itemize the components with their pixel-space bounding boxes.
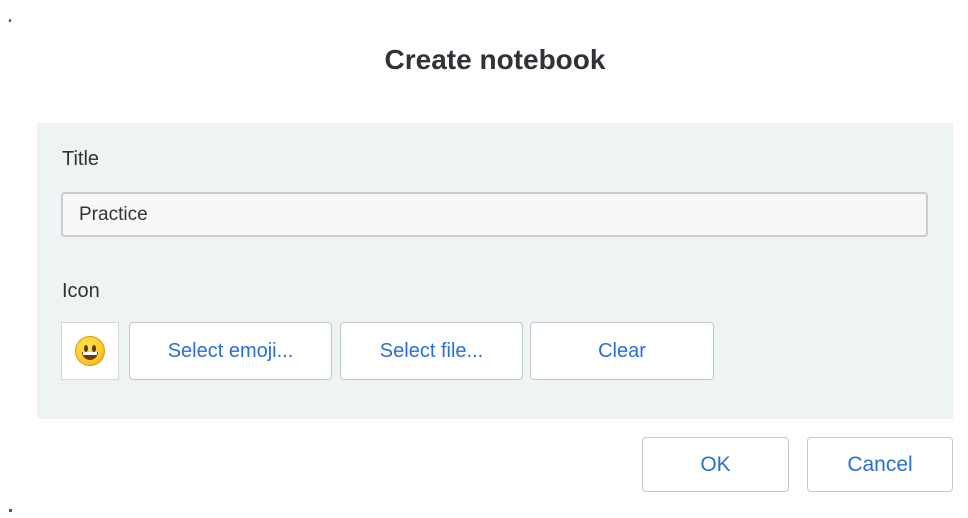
ok-button[interactable]: OK: [642, 437, 789, 492]
cancel-button[interactable]: Cancel: [807, 437, 953, 492]
clear-icon-button[interactable]: Clear: [530, 322, 714, 380]
emoji-eye-right: [92, 345, 96, 352]
select-emoji-button[interactable]: Select emoji...: [129, 322, 332, 380]
dialog-title: Create notebook: [384, 44, 606, 75]
emoji-teeth: [83, 352, 97, 355]
title-input[interactable]: [61, 192, 928, 237]
corner-mark: [8, 18, 12, 23]
corner-mark: [9, 509, 12, 512]
grinning-face-emoji-icon: [75, 336, 105, 366]
select-file-button[interactable]: Select file...: [340, 322, 523, 380]
title-label: Title: [62, 148, 100, 170]
icon-preview: [61, 322, 119, 380]
emoji-mouth: [82, 352, 98, 360]
emoji-eye-left: [84, 345, 88, 352]
icon-label: Icon: [62, 280, 100, 302]
